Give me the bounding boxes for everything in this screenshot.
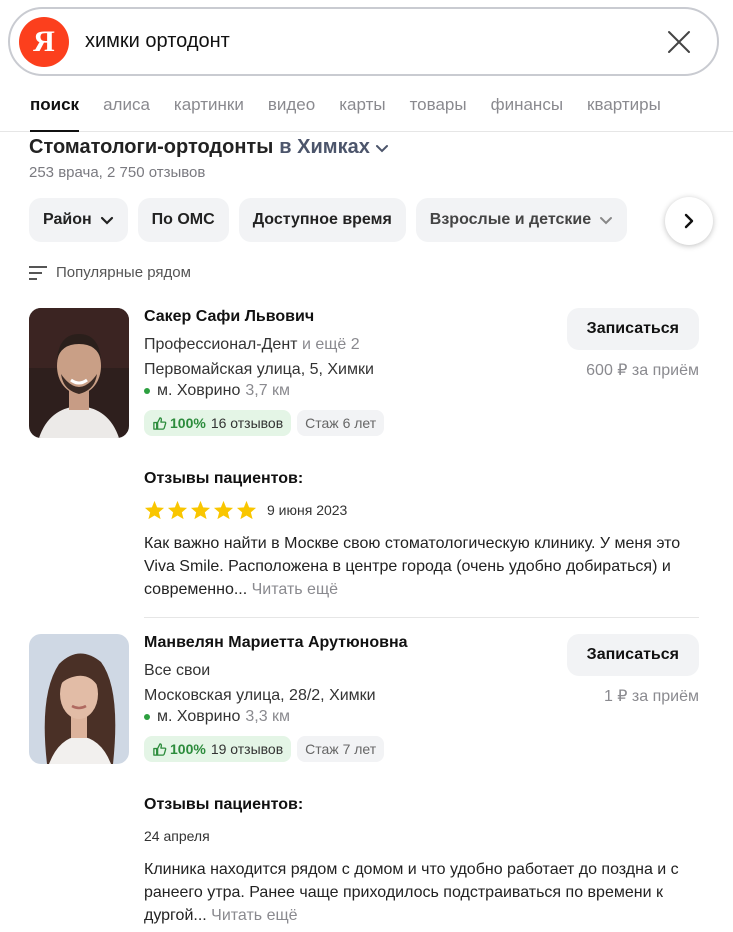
metro-dot-icon: [144, 714, 150, 720]
metro-name: м. Ховрино: [157, 708, 241, 725]
doctors-card: Стоматологи-ортодонты в Химках 253 врача…: [14, 132, 718, 932]
tab-images[interactable]: картинки: [162, 88, 256, 132]
yandex-logo[interactable]: Я: [19, 16, 69, 67]
star-icon: [236, 500, 257, 520]
star-icon: [190, 500, 211, 520]
review-text: Клиника находится рядом с домом и что уд…: [144, 858, 699, 927]
filter-label: Взрослые и детские: [429, 211, 592, 228]
rating-percent: 100%: [170, 741, 206, 757]
doctor-card[interactable]: Сакер Сафи Львович Профессионал-Дент и е…: [29, 308, 699, 620]
doctor-clinic[interactable]: Все свои: [144, 662, 408, 680]
read-more-link[interactable]: Читать ещё: [211, 907, 297, 924]
review-stars: [144, 500, 257, 520]
filters-row: Район По ОМС Доступное время Взрослые и …: [29, 198, 628, 242]
filters-next-button[interactable]: [665, 197, 713, 245]
results-title[interactable]: Стоматологи-ортодонты в Химках: [29, 136, 390, 159]
tab-video[interactable]: видео: [256, 88, 327, 132]
filter-label: Район: [43, 211, 92, 228]
reviews-title: Отзывы пациентов:: [144, 470, 304, 487]
review-date: 24 апреля: [144, 828, 210, 844]
rating-percent: 100%: [170, 415, 206, 431]
tab-maps[interactable]: карты: [327, 88, 397, 132]
sort-selector[interactable]: Популярные рядом: [29, 264, 191, 281]
book-button[interactable]: Записаться: [566, 308, 699, 350]
price: 600 ₽ за приём: [586, 362, 699, 379]
book-button[interactable]: Записаться: [566, 634, 699, 676]
doctor-metro: м. Ховрино 3,7 км: [144, 382, 384, 400]
doctor-name[interactable]: Сакер Сафи Львович: [144, 308, 384, 326]
filter-district[interactable]: Район: [29, 198, 128, 242]
metro-dot-icon: [144, 388, 150, 394]
review-meta: 9 июня 2023: [144, 500, 347, 520]
sort-label: Популярные рядом: [56, 264, 191, 281]
read-more-link[interactable]: Читать ещё: [252, 581, 338, 598]
review-body: Как важно найти в Москве свою стоматолог…: [144, 535, 681, 598]
filter-oms[interactable]: По ОМС: [137, 198, 229, 242]
doctor-portrait-man: [29, 308, 129, 438]
doctor-photo[interactable]: [29, 634, 129, 764]
tab-alice[interactable]: алиса: [91, 88, 162, 132]
chevron-down-icon: [100, 216, 113, 225]
doctor-name[interactable]: Манвелян Мариетта Арутюновна: [144, 634, 408, 652]
star-icon: [167, 500, 188, 520]
results-subtitle: 253 врача, 2 750 отзывов: [29, 164, 206, 181]
doctor-metro: м. Ховрино 3,3 км: [144, 708, 408, 726]
chevron-down-icon[interactable]: [374, 140, 390, 156]
tab-apartments[interactable]: квартиры: [575, 88, 673, 132]
doctor-photo[interactable]: [29, 308, 129, 438]
doctor-info: Манвелян Мариетта Арутюновна Все свои Мо…: [144, 634, 408, 762]
doctor-clinic[interactable]: Профессионал-Дент и ещё 2: [144, 336, 384, 354]
divider: [144, 617, 699, 618]
review-meta: 24 апреля: [144, 828, 210, 844]
doctor-info: Сакер Сафи Львович Профессионал-Дент и е…: [144, 308, 385, 436]
filter-available-time[interactable]: Доступное время: [238, 198, 406, 242]
doctor-badges: 100% 16 отзывов Стаж 6 лет: [144, 410, 385, 436]
clinic-name: Все свои: [144, 662, 211, 679]
clear-search-button[interactable]: [659, 22, 699, 62]
reviews-title: Отзывы пациентов:: [144, 796, 304, 813]
chevron-down-icon: [600, 217, 613, 225]
metro-distance: 3,7 км: [245, 382, 291, 399]
rating-badge[interactable]: 100% 16 отзывов: [144, 410, 292, 436]
doctor-address: Первомайская улица, 5, Химки: [144, 361, 374, 378]
thumbs-up-icon: [153, 742, 167, 756]
star-icon: [144, 500, 165, 520]
close-icon: [668, 30, 690, 53]
doctor-address: Московская улица, 28/2, Химки: [144, 687, 376, 704]
doctor-badges: 100% 19 отзывов Стаж 7 лет: [144, 736, 408, 762]
sort-icon: [29, 265, 47, 280]
rating-badge[interactable]: 100% 19 отзывов: [144, 736, 292, 762]
tab-products[interactable]: товары: [398, 88, 479, 132]
filter-adults-children[interactable]: Взрослые и детские: [415, 198, 628, 242]
price: 1 ₽ за приём: [603, 688, 699, 705]
thumbs-up-icon: [153, 416, 167, 430]
doctor-portrait-woman: [29, 634, 129, 764]
results-title-text[interactable]: Стоматологи-ортодонты: [29, 136, 273, 159]
search-bar[interactable]: Я химки ортодонт: [8, 7, 719, 76]
review-text: Как важно найти в Москве свою стоматолог…: [144, 532, 699, 601]
metro-name: м. Ховрино: [157, 382, 241, 399]
reviews-count: 19 отзывов: [210, 741, 284, 757]
doctor-card[interactable]: Манвелян Мариетта Арутюновна Все свои Мо…: [29, 634, 699, 932]
tab-finance[interactable]: финансы: [479, 88, 575, 132]
city-selector[interactable]: в Химках: [279, 136, 370, 159]
clinic-name: Профессионал-Дент: [144, 336, 298, 353]
clinic-more: и ещё 2: [301, 336, 360, 353]
tab-search[interactable]: поиск: [0, 88, 91, 132]
experience-badge: Стаж 7 лет: [297, 736, 385, 762]
review-date: 9 июня 2023: [267, 502, 348, 518]
reviews-count: 16 отзывов: [210, 415, 284, 431]
star-icon: [213, 500, 234, 520]
search-tabs: поиск алиса картинки видео карты товары …: [0, 88, 733, 132]
chevron-right-icon: [684, 213, 694, 229]
search-input[interactable]: химки ортодонт: [85, 30, 659, 53]
metro-distance: 3,3 км: [245, 708, 291, 725]
experience-badge: Стаж 6 лет: [297, 410, 385, 436]
